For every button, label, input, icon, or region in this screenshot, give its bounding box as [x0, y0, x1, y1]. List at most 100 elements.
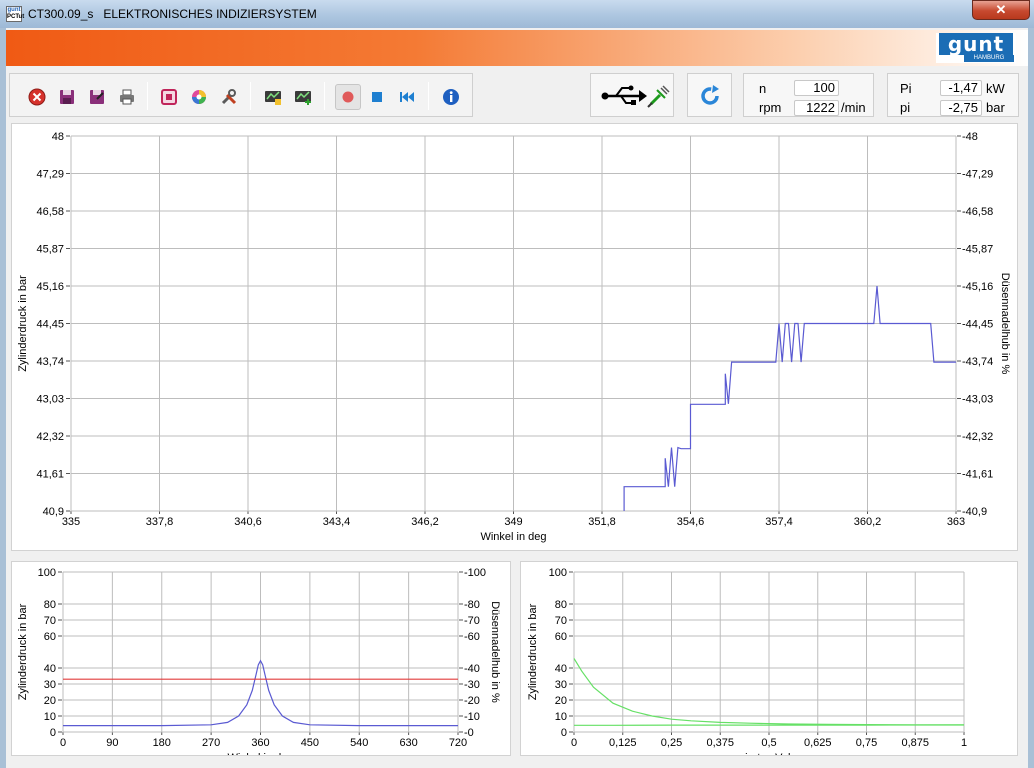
- x-axis-title: Winkel in deg: [227, 752, 293, 755]
- usb-connection-status[interactable]: [590, 73, 674, 117]
- pv-diagram-chart-panel: 0 0,125 0,25 0,375 0,5 0,625 0,75 0,875 1 0 10 20 30…: [520, 561, 1018, 764]
- y-tick-label: 0: [561, 727, 567, 739]
- y2-tick-label: -45,16: [962, 281, 993, 293]
- pi-pressure-value: -2,75: [940, 100, 982, 116]
- info-button[interactable]: [440, 86, 462, 108]
- x-tick-label: 349: [504, 516, 522, 528]
- main-pressure-chart-panel: 335 337,8 340,6 343,4 346,2 349 351,8 354,6 357,…: [11, 123, 1018, 551]
- x-tick-label: 450: [301, 737, 319, 749]
- info-icon: [443, 89, 459, 105]
- tools-icon: [221, 89, 237, 105]
- window-titlebar: gunt PCTut CT300.09_s ELEKTRONISCHES IND…: [0, 0, 1034, 28]
- y2-axis-title: Düsennadelhub in %: [489, 601, 501, 703]
- y-tick-label: 80: [44, 599, 56, 611]
- y-tick-label: 30: [555, 679, 567, 691]
- exit-icon: [28, 88, 46, 106]
- add-measurement-button[interactable]: [292, 86, 314, 108]
- x-tick-label: 270: [202, 737, 220, 749]
- usb-plug-icon: [601, 85, 670, 108]
- y2-tick-label: -40,9: [962, 506, 987, 518]
- logo-text: gunt: [939, 33, 1013, 55]
- y2-tick-label: -46,58: [962, 206, 993, 218]
- y-tick-label: 60: [44, 631, 56, 643]
- y-tick-label: 40: [555, 663, 567, 675]
- channel-button[interactable]: [158, 86, 180, 108]
- toolbar-separator: [250, 82, 251, 110]
- y-tick-label: 48: [52, 131, 64, 143]
- gunt-logo: gunt HAMBURG: [936, 33, 1016, 63]
- app-icon-top-text: gunt: [7, 7, 21, 13]
- header-banner: gunt HAMBURG: [6, 30, 1028, 66]
- x-tick-label: 0,875: [901, 737, 929, 749]
- tools-button[interactable]: [218, 86, 240, 108]
- y2-tick-label: -41,61: [962, 468, 993, 480]
- y-tick-label: 47,29: [36, 168, 64, 180]
- x-tick-label: 0,75: [856, 737, 877, 749]
- y2-tick-label: -40: [464, 663, 480, 675]
- y2-tick-label: -43,74: [962, 356, 993, 368]
- save-icon: [60, 90, 74, 104]
- y-tick-label: 20: [555, 695, 567, 707]
- rpm-unit: /min: [841, 100, 866, 115]
- stop-button[interactable]: [366, 86, 388, 108]
- y2-tick-label: -43,03: [962, 393, 993, 405]
- n-label: n: [759, 81, 767, 96]
- x-tick-label: 354,6: [677, 516, 705, 528]
- refresh-button[interactable]: [687, 73, 732, 117]
- pv-diagram-chart[interactable]: 0 0,125 0,25 0,375 0,5 0,625 0,75 0,875 10102030…: [521, 562, 1017, 764]
- main-toolbar: [9, 73, 473, 117]
- y-axis-title: Zylinderdruck in bar: [527, 603, 539, 700]
- record-button[interactable]: [335, 84, 361, 110]
- y-tick-label: 10: [44, 711, 56, 723]
- rewind-button[interactable]: [396, 86, 418, 108]
- n-value: 100: [794, 80, 839, 96]
- toolbar-separator: [147, 82, 148, 110]
- pi-pressure-label: pi: [900, 100, 911, 115]
- save-as-button[interactable]: [86, 86, 108, 108]
- y-tick-label: 60: [555, 631, 567, 643]
- rpm-label: rpm: [759, 100, 782, 115]
- logo-subtext: HAMBURG: [964, 55, 1014, 62]
- y2-tick-label: -60: [464, 631, 480, 643]
- x-tick-label: 340,6: [234, 516, 262, 528]
- y-tick-label: 40: [44, 663, 56, 675]
- x-tick-label: 360,2: [854, 516, 882, 528]
- pi-power-unit: kW: [986, 81, 1005, 96]
- pressure-angle-chart-panel: 0 90 180 270 360 450 540 630 720 0 10 20 30 40 60 70 80 1…: [11, 561, 511, 764]
- print-icon: [120, 89, 134, 105]
- y-tick-label: 30: [44, 679, 56, 691]
- y2-tick-label: -20: [464, 695, 480, 707]
- x-tick-label: 0: [60, 737, 66, 749]
- app-icon: gunt PCTut: [6, 6, 25, 22]
- y-tick-label: 44,45: [36, 318, 64, 330]
- y-tick-label: 41,61: [36, 468, 64, 480]
- y2-tick-label: -42,32: [962, 431, 993, 443]
- x-tick-label: 0,125: [609, 737, 637, 749]
- engine-speed-panel: n 100 rpm 1222 /min: [743, 73, 874, 117]
- refresh-icon: [701, 85, 719, 105]
- y2-tick-label: -44,45: [962, 318, 993, 330]
- x-tick-label: 335: [62, 516, 80, 528]
- x-tick-label: 351,8: [588, 516, 616, 528]
- pressure-angle-chart[interactable]: 0 90 180 270 360 450 540 630 7200102030406070801…: [12, 562, 510, 764]
- color-settings-button[interactable]: [188, 86, 210, 108]
- x-tick-label: 346,2: [411, 516, 439, 528]
- save-button[interactable]: [56, 86, 78, 108]
- main-pressure-chart[interactable]: 335 337,8 340,6 343,4 346,2 349 351,8 354,6 357,…: [12, 124, 1017, 550]
- y-tick-label: 0: [50, 727, 56, 739]
- exit-button[interactable]: [26, 86, 48, 108]
- close-button[interactable]: ✕: [972, 0, 1030, 20]
- pi-pressure-unit: bar: [986, 100, 1005, 115]
- x-tick-label: 0,625: [804, 737, 832, 749]
- load-measurement-button[interactable]: [262, 86, 284, 108]
- x-tick-label: 337,8: [146, 516, 174, 528]
- print-button[interactable]: [116, 86, 138, 108]
- y-tick-label: 70: [555, 615, 567, 627]
- y-axis-title: Zylinderdruck in bar: [17, 275, 29, 372]
- y-tick-label: 42,32: [36, 431, 64, 443]
- app-icon-bottom-text: PCTut: [7, 14, 25, 20]
- x-tick-label: 0: [571, 737, 577, 749]
- x-tick-label: 0,25: [661, 737, 682, 749]
- y-axis-title: Zylinderdruck in bar: [17, 603, 29, 700]
- window-title: CT300.09_s ELEKTRONISCHES INDIZIERSYSTEM: [28, 7, 317, 21]
